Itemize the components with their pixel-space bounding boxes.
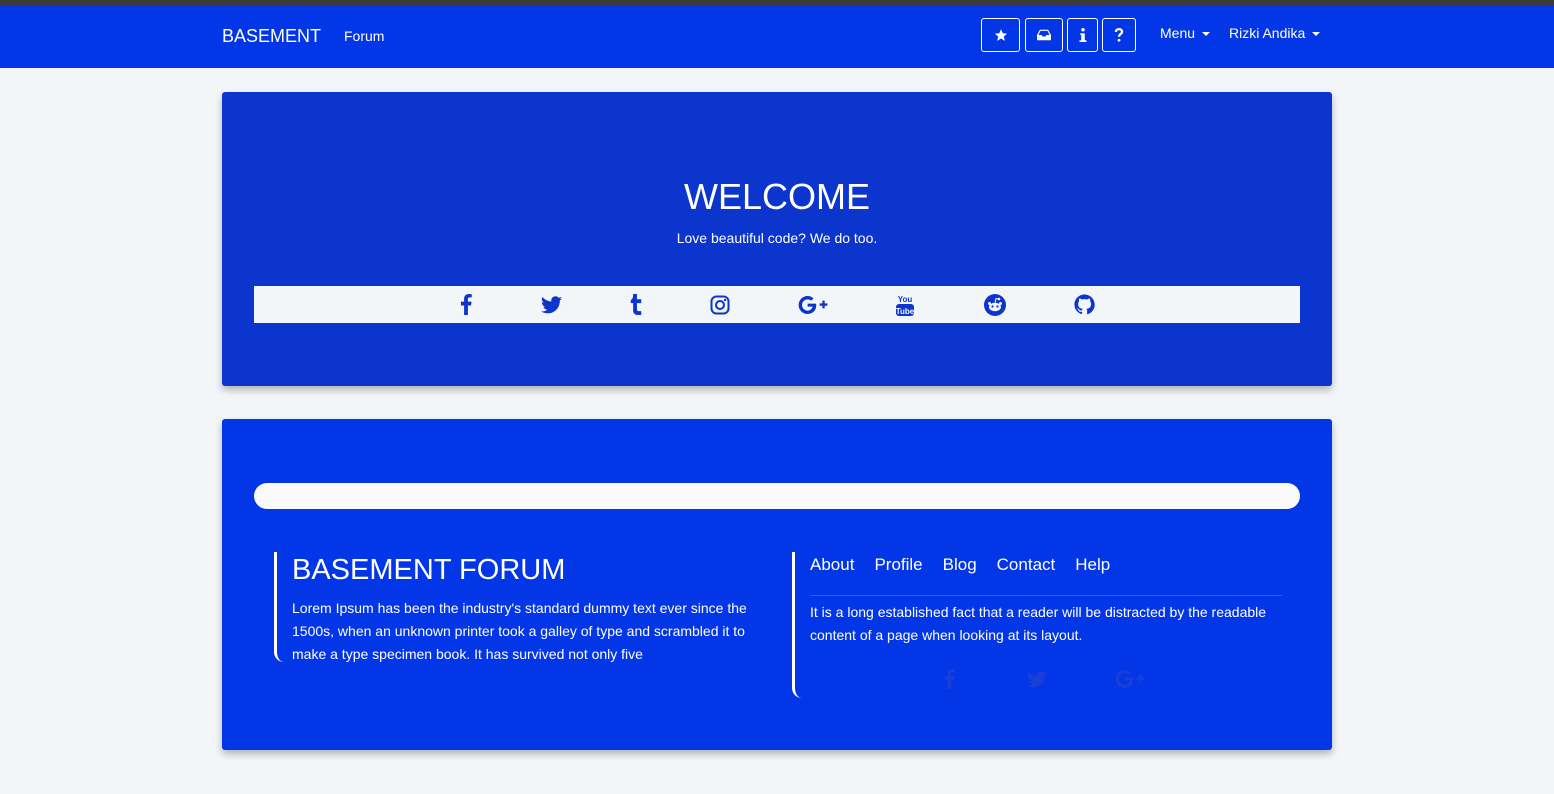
brand-logo[interactable]: BASEMENT bbox=[222, 26, 321, 47]
footer-about-section: BASEMENT FORUM Lorem Ipsum has been the … bbox=[274, 552, 767, 662]
facebook-icon[interactable] bbox=[457, 292, 475, 317]
info-icon bbox=[1079, 28, 1086, 42]
footer-links: About Profile Blog Contact Help bbox=[810, 555, 1110, 575]
footer-title: BASEMENT FORUM bbox=[292, 554, 566, 586]
footer-link-blog[interactable]: Blog bbox=[943, 555, 977, 575]
reddit-icon[interactable] bbox=[983, 292, 1007, 317]
footer-link-help[interactable]: Help bbox=[1075, 555, 1110, 575]
menu-dropdown[interactable]: Menu bbox=[1160, 25, 1211, 41]
caret-down-icon bbox=[1202, 31, 1211, 36]
twitter-icon[interactable] bbox=[539, 292, 563, 317]
google-plus-icon[interactable] bbox=[797, 292, 829, 317]
svg-text:Tube: Tube bbox=[896, 307, 915, 316]
navbar: BASEMENT Forum Menu Rizki Andika bbox=[0, 5, 1554, 68]
footer-card: BASEMENT FORUM Lorem Ipsum has been the … bbox=[222, 419, 1332, 750]
help-button[interactable] bbox=[1102, 18, 1136, 52]
inbox-icon bbox=[1037, 29, 1051, 41]
footer-link-contact[interactable]: Contact bbox=[997, 555, 1056, 575]
footer-links-section: About Profile Blog Contact Help It is a … bbox=[792, 552, 1285, 698]
twitter-icon[interactable] bbox=[1027, 668, 1047, 690]
user-dropdown-label: Rizki Andika bbox=[1229, 25, 1306, 41]
welcome-card: WELCOME Love beautiful code? We do too. … bbox=[222, 92, 1332, 386]
caret-down-icon bbox=[1312, 31, 1321, 36]
question-icon bbox=[1114, 28, 1124, 42]
footer-divider bbox=[810, 595, 1282, 596]
favorites-button[interactable] bbox=[981, 18, 1020, 52]
menu-dropdown-label: Menu bbox=[1160, 25, 1196, 41]
footer-search-bar[interactable] bbox=[254, 483, 1300, 509]
info-button[interactable] bbox=[1067, 18, 1098, 52]
instagram-icon[interactable] bbox=[709, 292, 731, 317]
youtube-icon[interactable]: You Tube bbox=[894, 292, 916, 317]
github-icon[interactable] bbox=[1073, 292, 1095, 317]
footer-link-profile[interactable]: Profile bbox=[874, 555, 922, 575]
tumblr-icon[interactable] bbox=[628, 292, 644, 317]
nav-forum-link[interactable]: Forum bbox=[344, 28, 384, 44]
google-plus-icon[interactable] bbox=[1115, 668, 1145, 690]
inbox-button[interactable] bbox=[1025, 18, 1063, 52]
facebook-icon[interactable] bbox=[944, 668, 955, 690]
welcome-title: WELCOME bbox=[683, 176, 870, 217]
svg-text:You: You bbox=[898, 295, 913, 304]
star-icon bbox=[994, 29, 1007, 41]
footer-description: Lorem Ipsum has been the industry's stan… bbox=[292, 600, 747, 662]
footer-link-about[interactable]: About bbox=[810, 555, 854, 575]
footer-note: It is a long established fact that a rea… bbox=[810, 604, 1267, 643]
welcome-tagline: Love beautiful code? We do too. bbox=[676, 230, 878, 246]
social-bar: You Tube bbox=[254, 286, 1300, 323]
user-dropdown[interactable]: Rizki Andika bbox=[1229, 25, 1321, 41]
